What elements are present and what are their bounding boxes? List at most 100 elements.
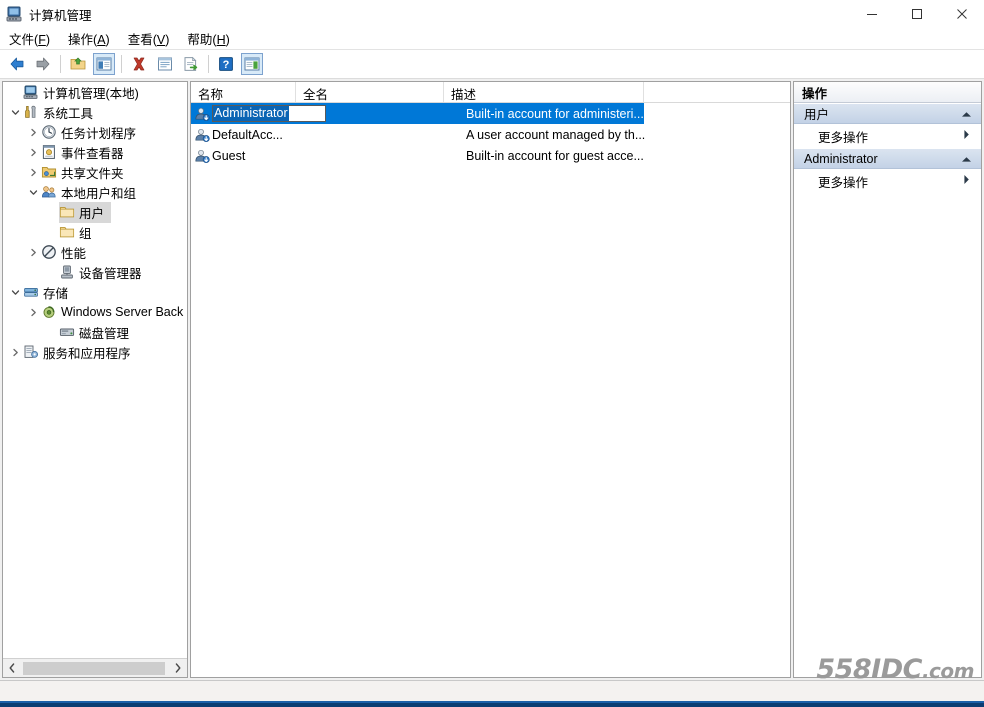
tree-item-services-and-applications[interactable]: 服务和应用程序 <box>3 342 187 362</box>
menu-action-accel: A <box>97 33 106 47</box>
window-title: 计算机管理 <box>29 8 92 23</box>
event-viewer-icon <box>41 144 57 160</box>
scroll-track[interactable] <box>21 659 169 678</box>
tree-item-groups[interactable]: 组 <box>3 222 187 242</box>
menu-view[interactable]: 查看(V) <box>119 27 179 50</box>
chevron-up-icon[interactable] <box>961 152 972 166</box>
chevron-right-icon[interactable] <box>25 164 41 180</box>
list-column-headers: 名称 全名 描述 <box>191 82 790 103</box>
tree-item-device-manager[interactable]: 设备管理器 <box>3 262 187 282</box>
show-tree-icon[interactable] <box>93 53 115 75</box>
tree-item-performance[interactable]: 性能 <box>3 242 187 262</box>
action-item-label: 更多操作 <box>818 175 869 190</box>
actions-pane-title: 操作 <box>794 82 981 103</box>
title-bar: 计算机管理 <box>0 0 984 28</box>
chevron-right-icon[interactable] <box>25 144 41 160</box>
actions-section-header-administrator[interactable]: Administrator <box>794 148 981 169</box>
menu-action[interactable]: 操作(A) <box>59 27 119 50</box>
tree-item-system-tools[interactable]: 系统工具 <box>3 102 187 122</box>
user-account-disabled-icon <box>194 127 210 143</box>
shared-folders-icon <box>41 164 57 180</box>
toolbar-separator <box>121 55 122 73</box>
tree-item-label: 组 <box>79 226 92 241</box>
actions-section-header-administrator-label: Administrator <box>804 151 878 166</box>
export-list-icon[interactable] <box>180 53 202 75</box>
close-button[interactable] <box>939 0 984 28</box>
tree-horizontal-scrollbar[interactable] <box>3 658 187 677</box>
services-applications-icon <box>23 344 39 360</box>
storage-icon <box>23 284 39 300</box>
menu-bar: 文件(F) 操作(A) 查看(V) 帮助(H) <box>0 28 984 50</box>
menu-file[interactable]: 文件(F) <box>0 27 59 50</box>
column-header-description[interactable]: 描述 <box>444 82 644 102</box>
properties-icon[interactable] <box>154 53 176 75</box>
chevron-right-icon[interactable] <box>25 304 41 320</box>
tree-chevron-placeholder <box>43 324 59 340</box>
windows-server-backup-icon <box>41 304 57 320</box>
chevron-down-icon[interactable] <box>25 184 41 200</box>
chevron-right-icon[interactable] <box>7 344 23 360</box>
tree-item-task-scheduler[interactable]: 任务计划程序 <box>3 122 187 142</box>
tree-item-label: 用户 <box>79 206 105 221</box>
chevron-down-icon[interactable] <box>7 284 23 300</box>
forward-icon[interactable] <box>32 53 54 75</box>
chevron-down-icon[interactable] <box>7 104 23 120</box>
menu-help[interactable]: 帮助(H) <box>178 27 238 50</box>
cell-description-text: Built-in account for guest acce... <box>466 148 644 163</box>
column-header-name[interactable]: 名称 <box>191 82 296 102</box>
tree-item-label: 系统工具 <box>43 106 94 121</box>
scroll-left-arrow-icon[interactable] <box>3 659 21 677</box>
cell-description-text: A user account managed by th... <box>466 127 646 142</box>
maximize-button[interactable] <box>894 0 939 28</box>
chevron-right-icon[interactable] <box>963 174 970 188</box>
toolbar-separator <box>60 55 61 73</box>
taskbar-strip <box>0 701 984 707</box>
tree-item-storage[interactable]: 存储 <box>3 282 187 302</box>
up-folder-icon[interactable] <box>67 53 89 75</box>
chevron-right-icon[interactable] <box>963 129 970 143</box>
column-header-spare[interactable] <box>644 82 790 102</box>
menu-action-label: 操作 <box>68 33 94 47</box>
tree-item-label: 服务和应用程序 <box>43 346 131 361</box>
table-row[interactable]: DefaultAcc... A user account managed by … <box>191 124 790 145</box>
column-header-fullname[interactable]: 全名 <box>296 82 444 102</box>
status-bar <box>0 680 984 701</box>
help-icon[interactable]: ? <box>215 53 237 75</box>
tree-item-label: 任务计划程序 <box>61 126 137 141</box>
actions-section-header-users-label: 用户 <box>804 108 830 122</box>
tree-chevron-placeholder <box>43 204 59 220</box>
minimize-button[interactable] <box>849 0 894 28</box>
tree-item-label: Windows Server Back <box>61 305 184 319</box>
tree-item-local-users-and-groups[interactable]: 本地用户和组 <box>3 182 187 202</box>
console-tree-pane: 计算机管理(本地) 系统工具 任务计划程序 事件查看器 共享文件夹 本地用户和组… <box>2 81 188 678</box>
scroll-right-arrow-icon[interactable] <box>169 659 187 677</box>
menu-help-label: 帮助 <box>187 33 213 47</box>
tree-item-event-viewer[interactable]: 事件查看器 <box>3 142 187 162</box>
actions-section-header-users[interactable]: 用户 <box>794 103 981 124</box>
tree-item-disk-management[interactable]: 磁盘管理 <box>3 322 187 342</box>
chevron-up-icon[interactable] <box>961 107 972 121</box>
tree-item-users[interactable]: 用户 <box>3 201 187 223</box>
svg-text:?: ? <box>223 59 230 71</box>
disk-management-icon <box>59 324 75 340</box>
action-item-more-actions-users[interactable]: 更多操作 <box>794 124 981 148</box>
tree-item-label: 共享文件夹 <box>61 166 124 181</box>
menu-view-accel: V <box>156 33 166 47</box>
tree-item-windows-server-backup[interactable]: Windows Server Back <box>3 302 187 322</box>
device-manager-icon <box>59 264 75 280</box>
scroll-thumb[interactable] <box>23 661 165 675</box>
chevron-right-icon[interactable] <box>25 244 41 260</box>
action-item-more-actions-administrator[interactable]: 更多操作 <box>794 169 981 193</box>
delete-icon[interactable] <box>128 53 150 75</box>
system-tools-icon <box>23 104 39 120</box>
table-row[interactable]: Guest Built-in account for guest acce... <box>191 145 790 166</box>
back-icon[interactable] <box>6 53 28 75</box>
tree-chevron-placeholder <box>43 264 59 280</box>
cell-description: A user account managed by th... <box>462 128 676 142</box>
table-row[interactable]: Administrator Administrator Built-in acc… <box>191 103 790 124</box>
show-action-pane-icon[interactable] <box>241 53 263 75</box>
rename-input[interactable]: Administrator <box>212 105 326 122</box>
tree-item-shared-folders[interactable]: 共享文件夹 <box>3 162 187 182</box>
tree-item-computer-management[interactable]: 计算机管理(本地) <box>3 82 187 102</box>
chevron-right-icon[interactable] <box>25 124 41 140</box>
